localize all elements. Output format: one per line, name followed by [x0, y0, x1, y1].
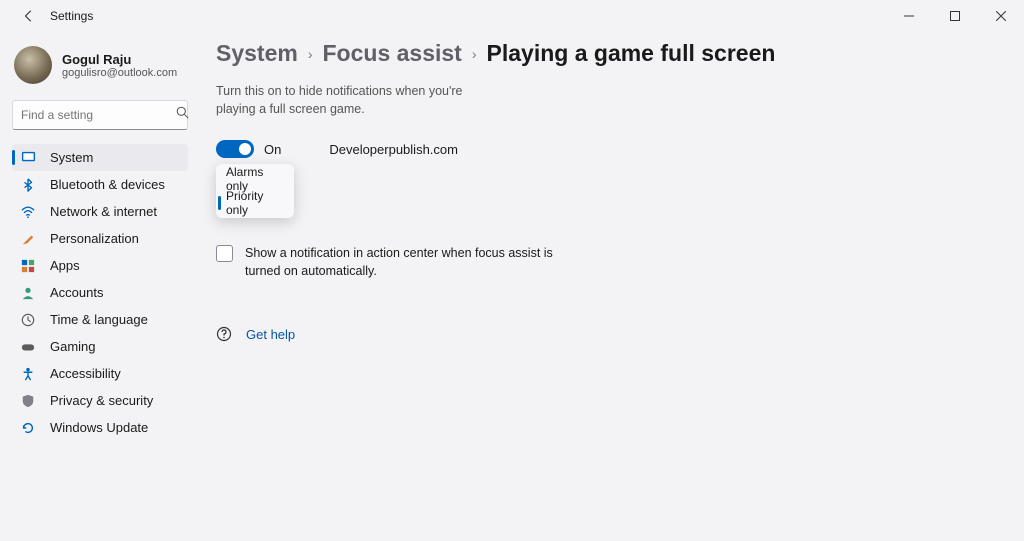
nav-item-apps[interactable]: Apps — [12, 252, 188, 279]
time-language-icon — [20, 312, 36, 328]
nav-label: Bluetooth & devices — [50, 177, 165, 192]
profile-text: Gogul Raju gogulisro@outlook.com — [62, 52, 177, 79]
checkbox-label: Show a notification in action center whe… — [245, 244, 556, 280]
sidebar: Gogul Raju gogulisro@outlook.com System … — [0, 32, 200, 443]
apps-icon — [20, 258, 36, 274]
system-icon — [20, 150, 36, 166]
toggle-switch[interactable] — [216, 140, 254, 158]
focus-level-dropdown: Alarms only Priority only — [216, 164, 294, 218]
nav-item-network[interactable]: Network & internet — [12, 198, 188, 225]
nav-item-personalization[interactable]: Personalization — [12, 225, 188, 252]
nav-item-time-language[interactable]: Time & language — [12, 306, 188, 333]
network-icon — [20, 204, 36, 220]
nav-item-gaming[interactable]: Gaming — [12, 333, 188, 360]
nav-label: Privacy & security — [50, 393, 153, 408]
help-icon — [216, 326, 232, 342]
close-button[interactable] — [978, 0, 1024, 32]
profile-email: gogulisro@outlook.com — [62, 67, 177, 79]
breadcrumb-system[interactable]: System — [216, 40, 298, 67]
nav-label: Accounts — [50, 285, 103, 300]
search-box[interactable] — [12, 100, 188, 130]
nav-item-windows-update[interactable]: Windows Update — [12, 414, 188, 441]
chevron-right-icon: › — [472, 46, 477, 62]
dropdown-item-alarms-only[interactable]: Alarms only — [216, 167, 294, 191]
breadcrumb-focus-assist[interactable]: Focus assist — [323, 40, 462, 67]
back-button[interactable] — [14, 1, 44, 31]
search-input[interactable] — [21, 108, 176, 122]
privacy-icon — [20, 393, 36, 409]
nav-label: Personalization — [50, 231, 139, 246]
personalization-icon — [20, 231, 36, 247]
window-title: Settings — [50, 9, 93, 23]
main-content: System › Focus assist › Playing a game f… — [216, 40, 1024, 342]
minimize-button[interactable] — [886, 0, 932, 32]
toggle-knob — [239, 143, 251, 155]
toggle-row: On Developerpublish.com — [216, 140, 1000, 158]
nav-label: Apps — [50, 258, 80, 273]
nav-label: Windows Update — [50, 420, 148, 435]
nav-label: Accessibility — [50, 366, 121, 381]
nav-item-bluetooth[interactable]: Bluetooth & devices — [12, 171, 188, 198]
nav-item-system[interactable]: System — [12, 144, 188, 171]
nav-label: System — [50, 150, 93, 165]
minimize-icon — [904, 11, 914, 21]
help-row: Get help — [216, 326, 1000, 342]
profile-block[interactable]: Gogul Raju gogulisro@outlook.com — [0, 36, 200, 100]
titlebar: Settings — [0, 0, 1024, 32]
arrow-left-icon — [22, 9, 36, 23]
get-help-link[interactable]: Get help — [246, 327, 295, 342]
nav-label: Network & internet — [50, 204, 157, 219]
accessibility-icon — [20, 366, 36, 382]
nav-label: Time & language — [50, 312, 148, 327]
avatar — [14, 46, 52, 84]
maximize-icon — [950, 11, 960, 21]
watermark-text: Developerpublish.com — [329, 142, 458, 157]
maximize-button[interactable] — [932, 0, 978, 32]
chevron-right-icon: › — [308, 46, 313, 62]
bluetooth-icon — [20, 177, 36, 193]
close-icon — [996, 11, 1006, 21]
windows-update-icon — [20, 420, 36, 436]
nav-item-accessibility[interactable]: Accessibility — [12, 360, 188, 387]
accounts-icon — [20, 285, 36, 301]
notification-checkbox[interactable] — [216, 245, 233, 262]
window-controls — [886, 0, 1024, 32]
gaming-icon — [20, 339, 36, 355]
checkbox-row: Show a notification in action center whe… — [216, 244, 556, 280]
nav-item-privacy[interactable]: Privacy & security — [12, 387, 188, 414]
nav-item-accounts[interactable]: Accounts — [12, 279, 188, 306]
profile-name: Gogul Raju — [62, 52, 177, 67]
nav-label: Gaming — [50, 339, 96, 354]
dropdown-item-priority-only[interactable]: Priority only — [216, 191, 294, 215]
breadcrumb-current: Playing a game full screen — [487, 40, 776, 67]
toggle-state-label: On — [264, 142, 281, 157]
nav-list: System Bluetooth & devices Network & int… — [0, 142, 200, 443]
breadcrumbs: System › Focus assist › Playing a game f… — [216, 40, 1000, 67]
page-description: Turn this on to hide notifications when … — [216, 83, 496, 118]
search-icon — [176, 106, 189, 124]
